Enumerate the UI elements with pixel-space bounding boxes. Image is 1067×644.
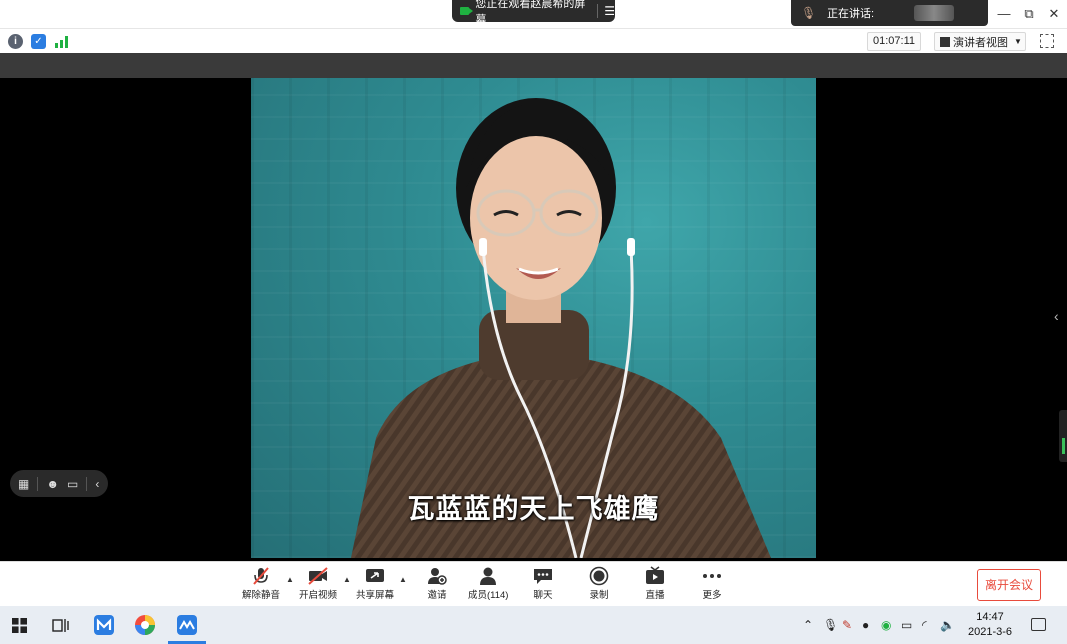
collapse-icon[interactable]: ‹ [95,477,99,491]
tray-volume-icon[interactable]: 🔈 [940,618,955,632]
presenter-image [351,98,771,558]
camera-icon [460,7,475,15]
floating-mini-toolbar: ▦ ☻ ▭ ‹ [10,470,108,497]
chevron-down-icon: ▼ [1014,37,1022,46]
share-screen-icon [362,565,388,587]
tray-battery-icon[interactable]: ▭ [901,618,912,632]
leave-meeting-button[interactable]: 离开会议 [977,569,1041,601]
meeting-timer: 01:07:11 [867,32,921,51]
divider [597,4,599,18]
divider [86,476,88,491]
unmute-label: 解除静音 [242,590,281,601]
active-speaker-panel: 🎙 正在讲话: [791,0,988,26]
invite-label: 邀请 [427,590,447,601]
meeting-app-icon[interactable] [176,614,198,636]
tray-mic-icon[interactable]: 🎙 [823,618,838,632]
meeting-window: 您正在观看赵晨希的屏幕 ☰ 🎙 正在讲话: — ⧉ ✕ i ✓ 01:07:11… [0,0,1067,644]
live-icon [642,565,668,587]
restore-button[interactable]: ⧉ [1018,4,1040,24]
grid-layout-icon[interactable]: ▦ [18,477,29,491]
system-clock[interactable]: 14:47 2021-3-6 [960,610,1020,640]
divider [37,476,39,491]
windows-start-icon[interactable] [12,618,27,633]
signal-strength-icon[interactable] [54,34,69,49]
share-screen-button[interactable]: 共享屏幕 [356,565,394,601]
minimize-button[interactable]: — [993,4,1015,24]
speaker-name-redacted [914,5,955,21]
meeting-toolbar: 解除静音 ▲ 开启视频 ▲ 共享屏幕 ▲ 邀请 成员(114) 聊天 录制 直播… [0,561,1067,606]
video-subtitle: 瓦蓝蓝的天上飞雄鹰 [407,494,660,525]
info-icon[interactable]: i [8,34,23,49]
clock-time: 14:47 [976,611,1004,623]
chevron-up-icon[interactable]: ▲ [343,575,351,584]
separator-strip [0,53,1067,78]
invite-button[interactable]: 邀请 [424,565,450,601]
tray-pen-icon[interactable]: ✎ [842,618,852,632]
video-off-icon [305,565,331,587]
speaking-label: 正在讲话: [827,8,875,20]
start-video-button[interactable]: 开启视频 [299,565,337,601]
menu-icon[interactable]: ☰ [604,4,615,18]
view-layout-icon [940,36,950,47]
sharing-status-text: 您正在观看赵晨希的屏幕 [475,0,586,26]
record-icon [586,565,612,587]
side-panel-handle[interactable] [1059,410,1067,462]
start-video-label: 开启视频 [299,590,338,601]
emoji-icon[interactable]: ☻ [46,477,59,491]
tray-wifi-icon[interactable]: ◜ [922,618,927,632]
chat-label: 聊天 [533,590,553,601]
windows-taskbar: ⌃ 🎙 ✎ ● ◉ ▭ ◜ 🔈 14:47 2021-3-6 [0,606,1067,644]
live-label: 直播 [645,590,665,601]
record-button[interactable]: 录制 [586,565,612,601]
more-button[interactable]: 更多 [699,565,725,601]
members-label: 成员(114) [468,590,509,601]
caption-icon[interactable]: ▭ [67,477,78,491]
clock-date: 2021-3-6 [967,626,1013,638]
info-bar: i ✓ 01:07:11 演讲者视图 ▼ [0,28,1067,53]
tray-chevron-up-icon[interactable]: ⌃ [803,618,813,632]
mic-icon: 🎙 [801,6,817,20]
app-m-icon[interactable] [93,614,115,636]
members-icon [475,565,501,587]
screen-share-indicator[interactable]: 您正在观看赵晨希的屏幕 ☰ [452,0,615,26]
tray-wechat-icon[interactable]: ◉ [881,618,891,632]
chevron-left-icon[interactable]: ‹ [1054,308,1059,324]
tray-qq-icon[interactable]: ● [862,618,869,632]
browser-icon[interactable] [134,614,156,636]
more-label: 更多 [702,590,722,601]
shield-icon[interactable]: ✓ [31,34,46,49]
shared-video: 瓦蓝蓝的天上飞雄鹰 [251,78,816,558]
title-bar: 您正在观看赵晨希的屏幕 ☰ 🎙 正在讲话: — ⧉ ✕ [0,0,1067,28]
invite-icon [424,565,450,587]
close-button[interactable]: ✕ [1043,4,1065,24]
view-label: 演讲者视图 [953,36,1008,49]
fullscreen-icon[interactable] [1040,34,1054,48]
notification-icon[interactable] [1031,618,1046,631]
task-view-icon[interactable] [52,617,69,634]
chat-button[interactable]: 聊天 [530,565,556,601]
record-label: 录制 [589,590,609,601]
chevron-up-icon[interactable]: ▲ [399,575,407,584]
chevron-up-icon[interactable]: ▲ [286,575,294,584]
members-button[interactable]: 成员(114) [468,565,508,601]
live-button[interactable]: 直播 [642,565,668,601]
unmute-button[interactable]: 解除静音 [242,565,280,601]
chat-icon [530,565,556,587]
more-icon [699,565,725,587]
share-screen-label: 共享屏幕 [356,590,395,601]
mic-muted-icon [248,565,274,587]
speaker-view-dropdown[interactable]: 演讲者视图 ▼ [934,32,1026,51]
